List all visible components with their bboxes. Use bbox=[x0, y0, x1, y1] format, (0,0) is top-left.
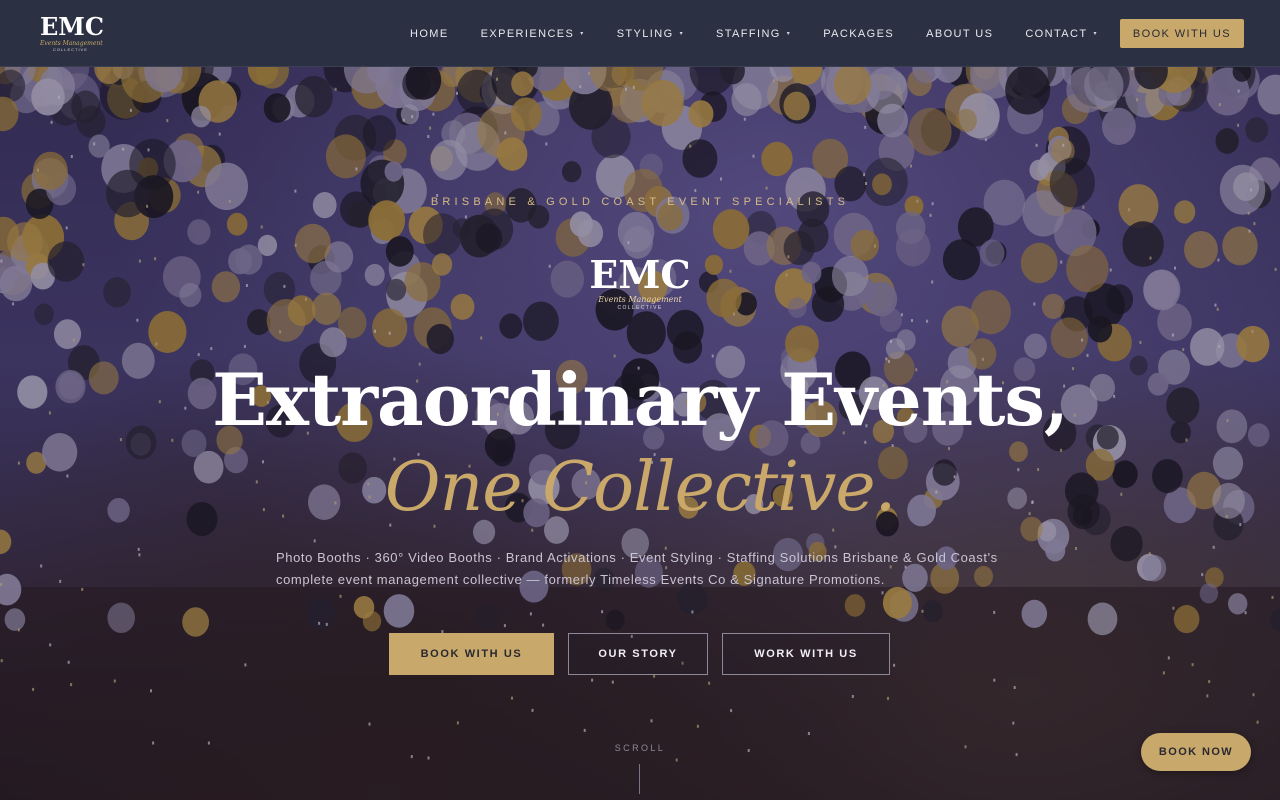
hero-logo-sub: COLLECTIVE bbox=[617, 305, 663, 311]
chevron-down-icon: ▾ bbox=[580, 31, 585, 37]
scroll-indicator-label[interactable]: SCROLL bbox=[600, 743, 680, 753]
nav-item-label: ABOUT US bbox=[926, 27, 994, 40]
hero-eyebrow: BRISBANE & GOLD COAST EVENT SPECIALISTS bbox=[430, 196, 850, 208]
top-navigation: EMC Events Management COLLECTIVE HOME EX… bbox=[0, 0, 1280, 67]
chevron-down-icon: ▾ bbox=[786, 31, 792, 37]
nav-item-about-us[interactable]: ABOUT US bbox=[926, 28, 993, 40]
hero-headline: Extraordinary Events, bbox=[212, 357, 1069, 442]
scroll-indicator-line bbox=[639, 764, 640, 794]
nav-item-label: STYLING bbox=[616, 27, 674, 40]
nav-item-styling[interactable]: STYLING ▾ bbox=[617, 28, 684, 40]
hero-description: Photo Booths · 360° Video Booths · Brand… bbox=[276, 550, 998, 587]
work-with-us-button[interactable]: WORK WITH US bbox=[722, 633, 890, 675]
our-story-button[interactable]: OUR STORY bbox=[568, 633, 708, 675]
nav-item-packages[interactable]: PACKAGES bbox=[823, 28, 894, 40]
nav-item-label: STAFFING bbox=[715, 27, 781, 40]
hero-book-with-us-button[interactable]: BOOK WITH US bbox=[389, 633, 554, 675]
nav-book-with-us-button[interactable]: BOOK WITH US bbox=[1119, 19, 1244, 48]
hero-logo-script: Events Management bbox=[598, 295, 682, 304]
hero-logo-mark: EMC bbox=[589, 252, 691, 297]
nav-item-label: EXPERIENCES bbox=[480, 27, 575, 40]
nav-item-contact[interactable]: CONTACT ▾ bbox=[1025, 28, 1098, 40]
nav-menu: HOME EXPERIENCES ▾ STYLING ▾ STAFFING ▾ PAC… bbox=[378, 0, 1244, 67]
nav-item-staffing[interactable]: STAFFING ▾ bbox=[716, 28, 791, 40]
logo-mark: EMC bbox=[40, 12, 104, 41]
nav-item-label: HOME bbox=[410, 27, 449, 40]
nav-item-label: PACKAGES bbox=[823, 27, 895, 40]
nav-item-label: CONTACT bbox=[1025, 27, 1088, 40]
site-logo[interactable]: EMC Events Management COLLECTIVE bbox=[40, 14, 110, 54]
chevron-down-icon: ▾ bbox=[679, 31, 684, 37]
floating-book-now-button[interactable]: BOOK NOW bbox=[1141, 733, 1251, 771]
nav-item-home[interactable]: HOME bbox=[410, 28, 449, 40]
chevron-down-icon: ▾ bbox=[1093, 31, 1098, 37]
logo-script: Events Management bbox=[40, 40, 103, 47]
logo-sub: COLLECTIVE bbox=[53, 47, 88, 52]
hero-logo: EMC Events Management COLLECTIVE bbox=[585, 255, 695, 317]
hero-headline-accent: One Collective. bbox=[384, 448, 897, 527]
hero-button-group: BOOK WITH US OUR STORY WORK WITH US bbox=[389, 633, 899, 675]
hero-section: BRISBANE & GOLD COAST EVENT SPECIALISTS … bbox=[0, 67, 1280, 800]
nav-item-experiences[interactable]: EXPERIENCES ▾ bbox=[481, 28, 585, 40]
